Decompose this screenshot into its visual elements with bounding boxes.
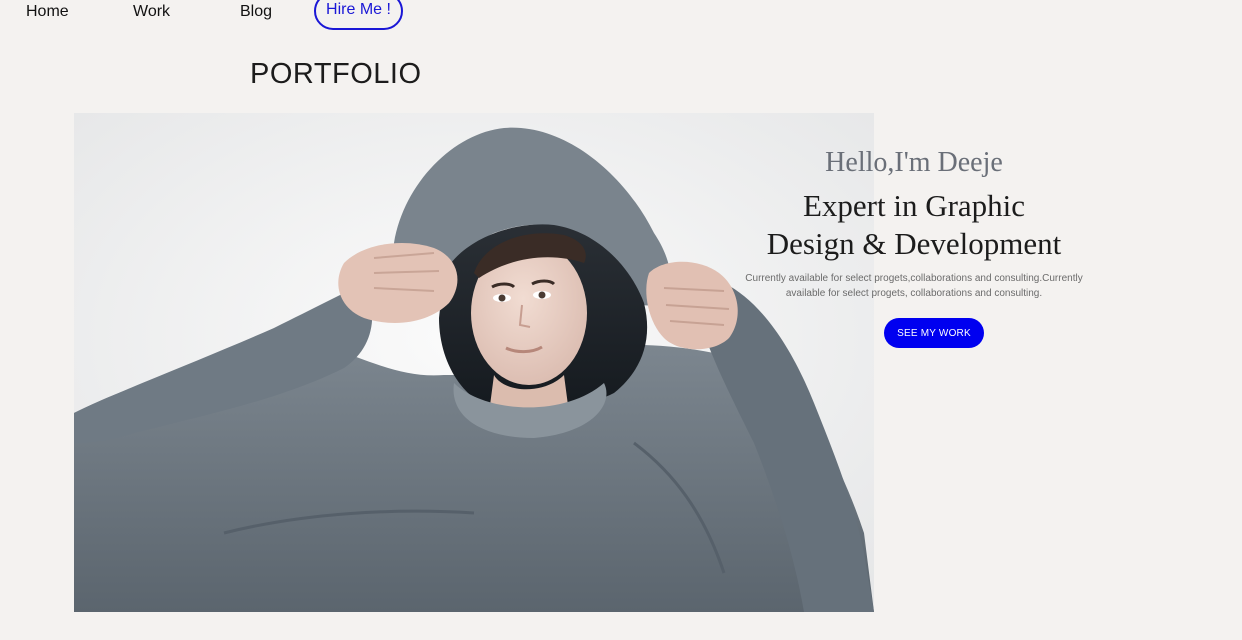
headline-line-2: Design & Development (766, 226, 1062, 261)
headline: Expert in Graphic Design & Development (740, 187, 1088, 263)
headline-line-1: Expert in Graphic (802, 188, 1026, 223)
nav-link-work[interactable]: Work (133, 3, 170, 21)
hire-me-button[interactable]: Hire Me ! (314, 0, 403, 30)
nav-link-home[interactable]: Home (26, 3, 69, 21)
hero-text-block: Hello,I'm Deeje Expert in Graphic Design… (740, 145, 1088, 301)
intro-paragraph: Currently available for select progets,c… (740, 271, 1088, 301)
nav-link-blog[interactable]: Blog (240, 3, 272, 21)
top-nav: Home Work Blog Hire Me ! (0, 0, 1242, 40)
intro-line-1: Currently available for select progets,c… (745, 273, 1083, 284)
greeting-heading: Hello,I'm Deeje (825, 147, 1003, 178)
see-my-work-button[interactable]: SEE MY WORK (884, 318, 984, 348)
intro-line-2: available for select progets, collaborat… (785, 288, 1043, 299)
page-title: PORTFOLIO (250, 58, 422, 90)
